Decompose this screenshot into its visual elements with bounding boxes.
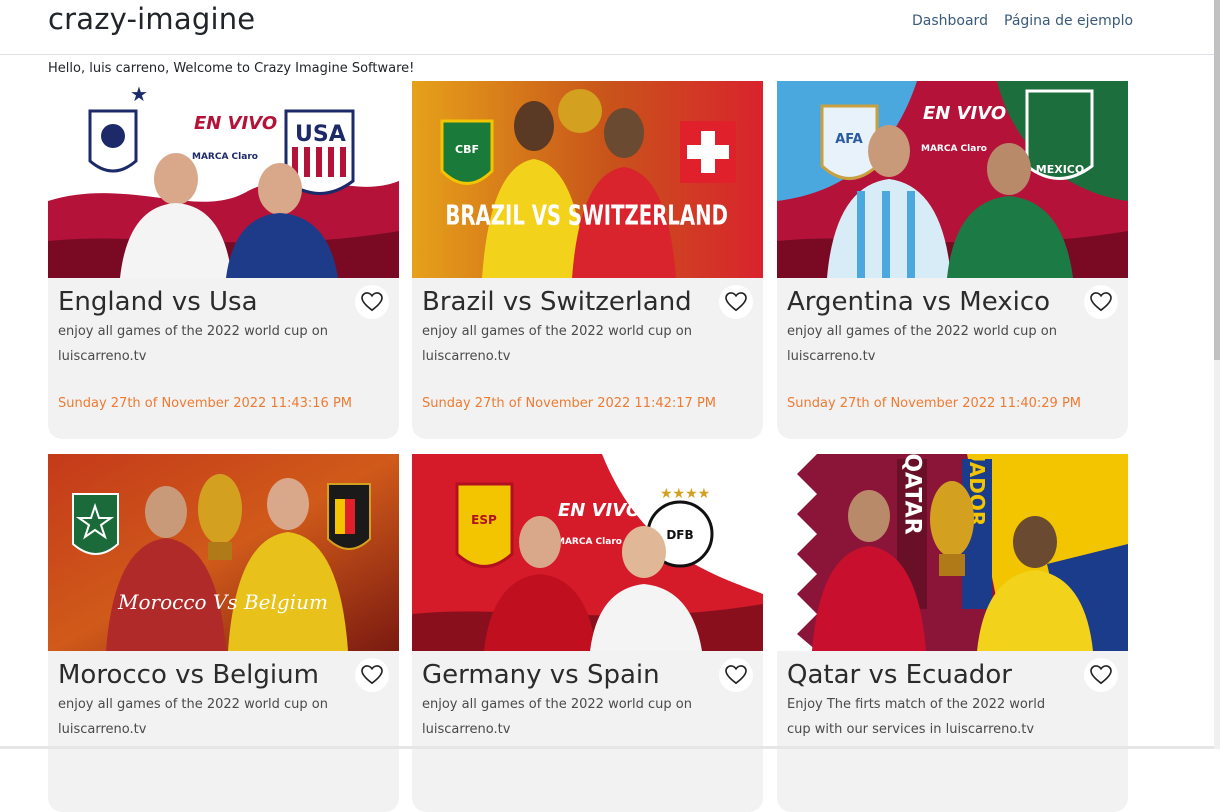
nav-dashboard-link[interactable]: Dashboard [912, 13, 988, 29]
poster-sponsor: MARCA Claro [556, 537, 622, 547]
favorite-heart-button[interactable] [719, 285, 753, 319]
match-poster-image: QATAR ECUADOR [777, 454, 1128, 651]
poster-left-crest: CBF [455, 143, 479, 156]
card-description: enjoy all games of the 2022 world cup on… [58, 324, 328, 364]
match-card-germany-spain[interactable]: ESP DFB ★★★★ EN VIVO MARCA Claro Germany… [412, 454, 763, 812]
card-description: enjoy all games of the 2022 world cup on… [422, 697, 692, 737]
favorite-heart-button[interactable] [1084, 658, 1118, 692]
poster-sponsor: MARCA Claro [921, 144, 987, 154]
poster-right-crest: DFB [666, 528, 693, 542]
favorite-heart-button[interactable] [1084, 285, 1118, 319]
card-title: Germany vs Spain [422, 660, 660, 690]
poster-right-crest: MEXICO [1036, 163, 1084, 176]
card-description: enjoy all games of the 2022 world cup on… [787, 324, 1057, 364]
poster-right-crest: USA [295, 122, 346, 147]
match-card-england-usa[interactable]: ★ USA EN VIVO MARCA Claro England vs Usa… [48, 81, 399, 439]
poster-headline: BRAZIL VS SWITZERLAND [445, 199, 728, 231]
card-title: Brazil vs Switzerland [422, 287, 692, 317]
match-card-qatar-ecuador[interactable]: QATAR ECUADOR Qatar vs Ecuador Enjoy The… [777, 454, 1128, 812]
match-card-brazil-switzerland[interactable]: CBF BRAZIL VS SWITZERLAND Brazil vs Swit… [412, 81, 763, 439]
poster-left-banner: QATAR [900, 454, 925, 535]
match-card-argentina-mexico[interactable]: AFA MEXICO EN VIVO MARCA Claro Argentina… [777, 81, 1128, 439]
match-poster-image: ★ USA EN VIVO MARCA Claro [48, 81, 399, 278]
card-title: England vs Usa [58, 287, 258, 317]
nav-example-page-link[interactable]: Página de ejemplo [1004, 13, 1133, 29]
poster-badge: EN VIVO [558, 500, 641, 521]
heart-icon [361, 292, 383, 312]
scrollbar-thumb[interactable] [1214, 0, 1220, 360]
poster-badge: EN VIVO [194, 113, 277, 134]
vertical-scrollbar[interactable] [1214, 0, 1220, 749]
heart-icon [361, 665, 383, 685]
heart-icon [725, 665, 747, 685]
favorite-heart-button[interactable] [355, 285, 389, 319]
card-description: Enjoy The firts match of the 2022 world … [787, 697, 1046, 737]
heart-icon [1090, 292, 1112, 312]
match-poster-image: Morocco Vs Belgium [48, 454, 399, 651]
poster-left-crest: ESP [471, 513, 497, 527]
card-title: Qatar vs Ecuador [787, 660, 1012, 690]
svg-text:★★★★: ★★★★ [660, 486, 710, 502]
brand-logo-link[interactable]: crazy-imagine [48, 2, 255, 36]
match-poster-image: CBF BRAZIL VS SWITZERLAND [412, 81, 763, 278]
heart-icon [1090, 665, 1112, 685]
favorite-heart-button[interactable] [355, 658, 389, 692]
favorite-heart-button[interactable] [719, 658, 753, 692]
top-navbar: crazy-imagine Dashboard Página de ejempl… [0, 0, 1220, 55]
poster-sponsor: MARCA Claro [192, 152, 258, 162]
card-date: Sunday 27th of November 2022 11:43:16 PM [58, 396, 352, 411]
card-title: Morocco vs Belgium [58, 660, 319, 690]
poster-left-crest: AFA [835, 132, 863, 147]
card-date: Sunday 27th of November 2022 11:42:17 PM [422, 396, 716, 411]
match-card-morocco-belgium[interactable]: Morocco Vs Belgium Morocco vs Belgium en… [48, 454, 399, 812]
heart-icon [725, 292, 747, 312]
card-description: enjoy all games of the 2022 world cup on… [422, 324, 692, 364]
svg-text:★: ★ [130, 82, 148, 106]
poster-headline: Morocco Vs Belgium [117, 590, 328, 614]
card-title: Argentina vs Mexico [787, 287, 1051, 317]
welcome-message: Hello, luis carreno, Welcome to Crazy Im… [48, 61, 415, 76]
card-date: Sunday 27th of November 2022 11:40:29 PM [787, 396, 1081, 411]
match-poster-image: ESP DFB ★★★★ EN VIVO MARCA Claro [412, 454, 763, 651]
card-description: enjoy all games of the 2022 world cup on… [58, 697, 328, 737]
poster-badge: EN VIVO [923, 103, 1006, 124]
match-poster-image: AFA MEXICO EN VIVO MARCA Claro [777, 81, 1128, 278]
